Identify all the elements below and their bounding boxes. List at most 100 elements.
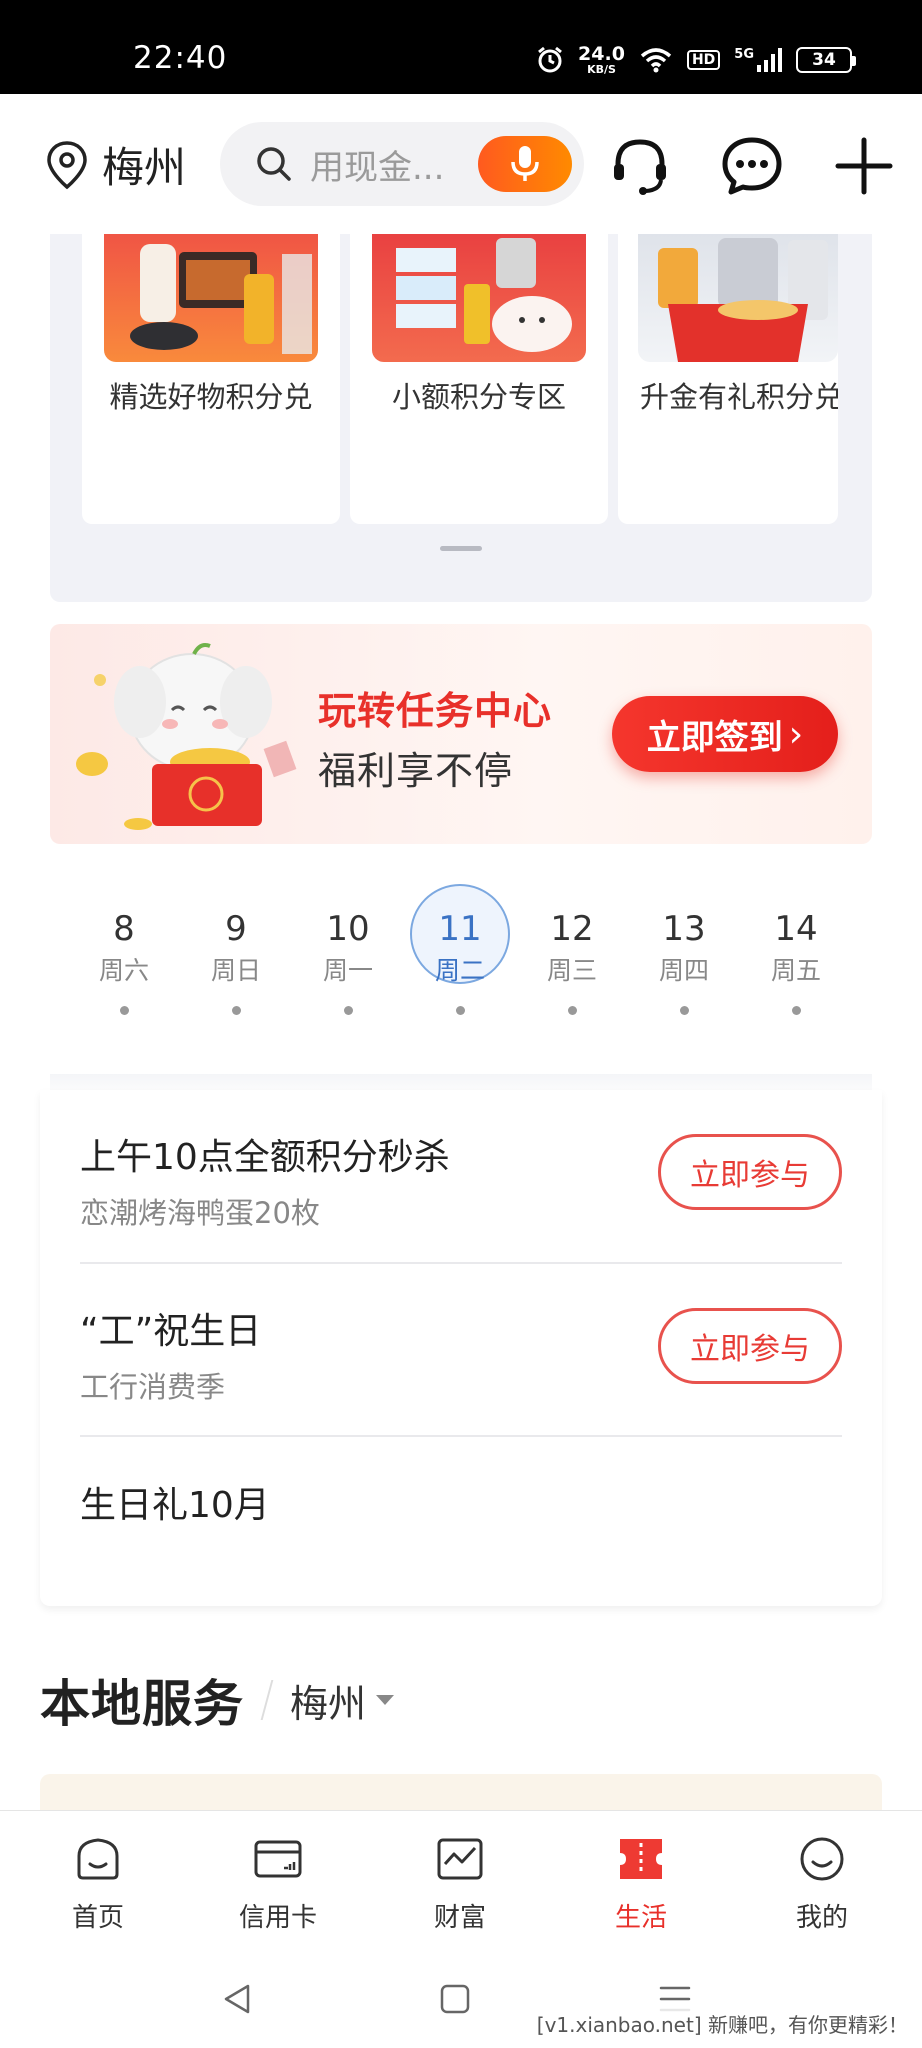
- home-square-icon: [440, 1984, 470, 2014]
- tab-life[interactable]: 生活: [581, 1831, 701, 1934]
- network-speed: 24.0 KB/S: [578, 45, 625, 76]
- back-triangle-icon: [224, 1984, 250, 2014]
- microphone-icon: [511, 146, 539, 181]
- date-item-selected[interactable]: 11 周二: [410, 884, 510, 1015]
- date-item[interactable]: 14 周五: [746, 904, 846, 1015]
- date-day: 11: [438, 909, 482, 949]
- date-item[interactable]: 13 周四: [634, 904, 734, 1015]
- activity-item[interactable]: 上午10点全额积分秒杀 恋潮烤海鸭蛋20枚 立即参与: [80, 1128, 842, 1232]
- points-item-card[interactable]: 精选好物积分兑: [82, 234, 340, 524]
- points-item-label: 小额积分专区: [391, 380, 566, 414]
- profile-smile-icon: [800, 1837, 844, 1881]
- tab-profile[interactable]: 我的: [762, 1831, 882, 1934]
- activity-title: 生日礼10月: [80, 1485, 270, 1526]
- points-mall-carousel: 精选好物积分兑 小额积分专区 升金有礼积分兑: [50, 234, 872, 602]
- top-header: 梅州 用现金...: [0, 94, 922, 234]
- divider: [50, 1074, 872, 1090]
- tab-label: 首页: [71, 1903, 124, 1933]
- battery-level: 34: [812, 50, 836, 70]
- signal-indicator: 5G: [734, 47, 782, 73]
- local-services-header: 本地服务 梅州: [40, 1660, 882, 1740]
- alarm-icon: [538, 46, 562, 73]
- bottom-tab-bar: 首页 信用卡 财富 生活 我的: [0, 1810, 922, 1952]
- hd-badge: HD: [686, 50, 721, 70]
- tab-home[interactable]: 首页: [38, 1831, 158, 1934]
- location-pin-icon: [47, 140, 87, 189]
- carousel-indicator: [440, 546, 482, 551]
- app-screen: 22:40 24.0 KB/S HD 5G 34 梅州 用现金... 精选好物积…: [0, 0, 922, 2048]
- points-item-label: 升金有礼积分兑: [640, 380, 838, 414]
- date-dot: [455, 1006, 465, 1015]
- elephant-mascot-icon: [76, 643, 297, 830]
- product-image: [638, 234, 838, 362]
- local-services-card[interactable]: [40, 1774, 882, 1814]
- tab-credit-card[interactable]: 信用卡: [218, 1831, 338, 1934]
- date-day: 10: [326, 909, 370, 949]
- credit-card-icon: [254, 1840, 302, 1878]
- date-selector: 8 周六 9 周日 10 周一 11 周二 12 周三 13 周四 14 周五: [50, 880, 872, 1090]
- join-button-label: 立即参与: [690, 1158, 810, 1193]
- signal-bars-icon: [757, 48, 782, 72]
- tab-wealth[interactable]: 财富: [400, 1831, 520, 1934]
- caret-down-icon: [376, 1695, 395, 1705]
- customer-service-button[interactable]: [608, 134, 672, 198]
- status-time: 22:40: [133, 40, 228, 76]
- date-dot: [119, 1006, 129, 1015]
- join-button[interactable]: 立即参与: [658, 1308, 842, 1384]
- search-icon: [257, 147, 291, 181]
- customer-service-icon: [614, 139, 666, 195]
- voice-search-button[interactable]: [478, 136, 572, 192]
- date-dot: [567, 1006, 577, 1015]
- search-bar[interactable]: 用现金...: [220, 122, 584, 206]
- divider: [80, 1262, 842, 1264]
- points-item-card[interactable]: 升金有礼积分兑: [618, 234, 838, 524]
- home-icon: [77, 1838, 119, 1880]
- date-dot: [791, 1006, 801, 1015]
- tab-label: 信用卡: [238, 1903, 317, 1933]
- activity-item[interactable]: 生日礼10月: [80, 1476, 842, 1528]
- wifi-icon: [640, 48, 672, 73]
- date-day: 12: [550, 909, 594, 949]
- message-icon: [722, 137, 782, 195]
- back-button[interactable]: [212, 1974, 262, 2024]
- task-center-banner[interactable]: 玩转任务中心 福利享不停 立即签到 ›: [50, 624, 872, 844]
- date-weekday: 周日: [210, 956, 261, 985]
- points-item-card[interactable]: 小额积分专区: [350, 234, 608, 524]
- home-button[interactable]: [430, 1974, 480, 2024]
- date-day: 13: [662, 909, 706, 949]
- add-button[interactable]: [832, 134, 896, 198]
- signal-label: 5G: [734, 47, 754, 62]
- chevron-right-icon: ›: [788, 713, 804, 755]
- message-button[interactable]: [720, 134, 784, 198]
- date-day: 14: [774, 909, 818, 949]
- tab-label: 我的: [795, 1903, 848, 1933]
- join-button-label: 立即参与: [690, 1332, 810, 1367]
- task-banner-title: 玩转任务中心: [318, 689, 553, 733]
- system-navigation-bar: [v1.xianbao.net] 新赚吧，有你更精彩！: [0, 1952, 922, 2048]
- title-separator: [260, 1680, 274, 1720]
- date-item[interactable]: 9 周日: [186, 904, 286, 1015]
- points-item-label: 精选好物积分兑: [109, 380, 313, 414]
- search-placeholder: 用现金...: [310, 148, 445, 188]
- date-dot: [343, 1006, 353, 1015]
- activity-item[interactable]: “工”祝生日 工行消费季 立即参与: [80, 1302, 842, 1406]
- activity-list: 上午10点全额积分秒杀 恋潮烤海鸭蛋20枚 立即参与 “工”祝生日 工行消费季 …: [40, 1090, 882, 1606]
- watermark-text: [v1.xianbao.net] 新赚吧，有你更精彩！: [532, 2007, 912, 2040]
- product-image: [372, 234, 586, 362]
- task-banner-subtitle: 福利享不停: [318, 749, 514, 793]
- date-day: 9: [225, 909, 247, 949]
- date-weekday: 周一: [322, 956, 373, 985]
- date-item[interactable]: 12 周三: [522, 904, 622, 1015]
- net-speed-unit: KB/S: [587, 63, 616, 76]
- date-weekday: 周五: [770, 956, 821, 985]
- date-weekday: 周四: [658, 956, 709, 985]
- local-services-title: 本地服务: [40, 1675, 244, 1733]
- date-item[interactable]: 8 周六: [74, 904, 174, 1015]
- join-button[interactable]: 立即参与: [658, 1134, 842, 1210]
- date-weekday: 周三: [546, 956, 597, 985]
- date-item[interactable]: 10 周一: [298, 904, 398, 1015]
- city-selector[interactable]: 梅州: [290, 1673, 395, 1728]
- location-selector[interactable]: 梅州: [44, 134, 186, 195]
- sign-in-button-label: 立即签到: [646, 717, 783, 758]
- sign-in-button[interactable]: 立即签到 ›: [612, 696, 838, 772]
